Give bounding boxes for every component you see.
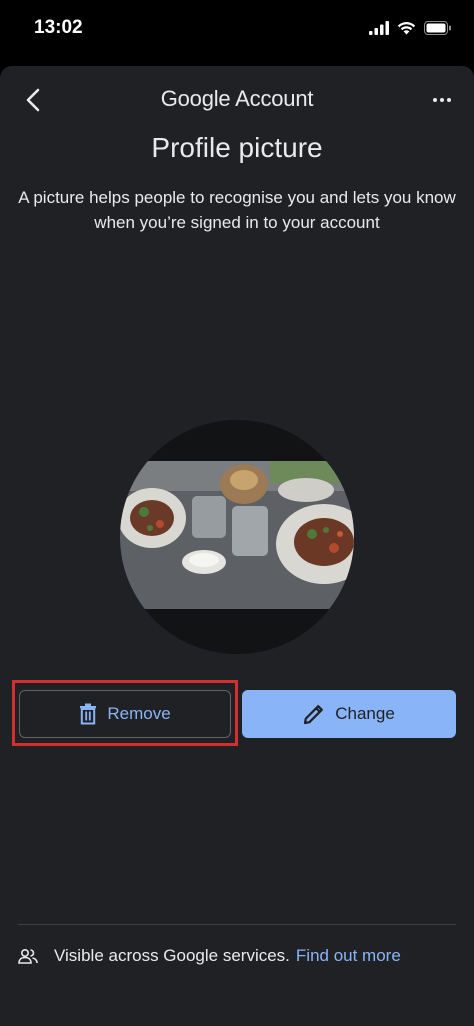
status-bar: 13:02 <box>0 0 474 60</box>
trash-icon <box>80 703 97 725</box>
remove-button[interactable]: Remove <box>19 690 231 738</box>
footer-divider <box>18 924 456 925</box>
status-icons <box>369 20 452 36</box>
change-button[interactable]: Change <box>242 690 456 738</box>
wifi-icon <box>397 22 416 35</box>
profile-picture <box>120 420 354 654</box>
page-description: A picture helps people to recognise you … <box>18 188 456 232</box>
more-dot <box>433 98 437 102</box>
remove-label: Remove <box>107 704 171 723</box>
visibility-footer: Visible across Google services. Find out… <box>18 946 401 966</box>
more-options-button[interactable] <box>428 88 456 112</box>
brand-google: Google <box>160 86 231 111</box>
more-dot <box>440 98 444 102</box>
account-sheet: Google Account Profile picture A picture… <box>0 66 474 1026</box>
more-dot <box>447 98 451 102</box>
brand-account: Account <box>235 86 314 111</box>
status-time: 13:02 <box>34 17 83 38</box>
battery-icon <box>424 21 451 35</box>
food-photo-image <box>120 420 354 654</box>
people-icon <box>18 948 38 964</box>
page-title: Profile picture <box>151 132 323 163</box>
change-label: Change <box>335 704 395 723</box>
visibility-text: Visible across Google services. <box>54 946 290 965</box>
signal-icon <box>369 21 389 35</box>
google-account-logo: Google Account <box>0 86 474 112</box>
pencil-icon <box>304 705 324 725</box>
find-out-more-link[interactable]: Find out more <box>296 946 401 966</box>
